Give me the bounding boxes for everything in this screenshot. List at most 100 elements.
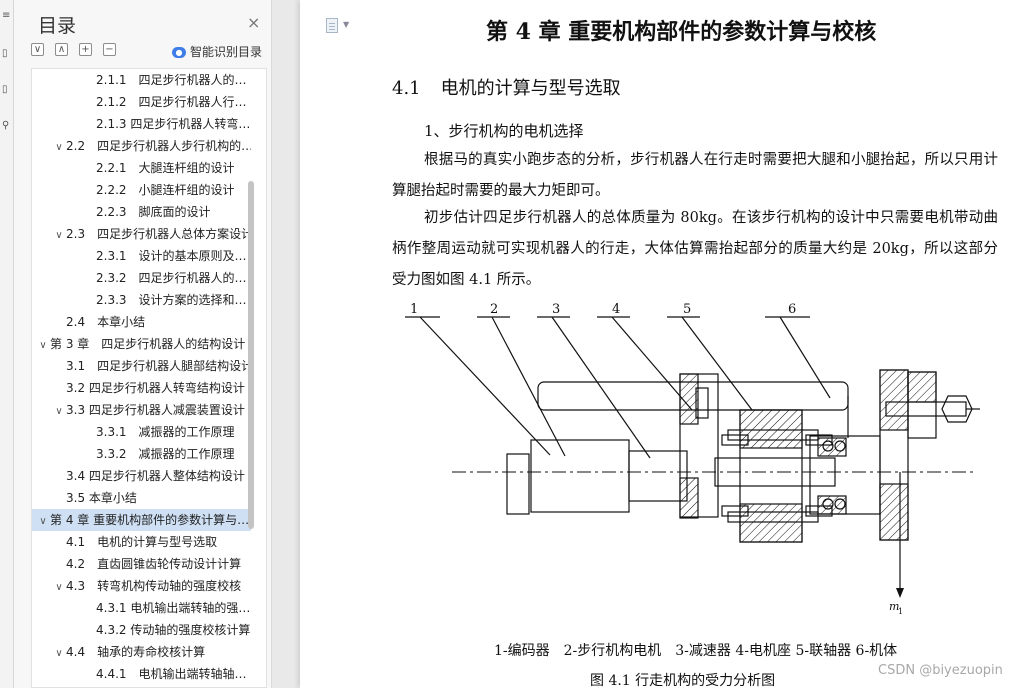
toc-item-label: 2.1.3 四足步行机器人转弯方式分析	[96, 117, 251, 131]
toc-item-label: 4.3.1 电机输出端转轴的强度校核	[96, 601, 251, 615]
chapter-title: 第 4 章 重要机构部件的参数计算与校核	[486, 19, 877, 45]
toc-item-label: 2.4 本章小结	[66, 315, 146, 329]
toc-item-label: 3.5 本章小结	[66, 491, 137, 505]
toc-item-label: 3.3 四足步行机器人减震装置设计	[66, 403, 245, 417]
toc-item[interactable]: 4.1 电机的计算与型号选取	[32, 531, 251, 553]
leader-line	[491, 316, 566, 457]
toc-item-label: 4.2 直齿圆锥齿轮传动设计计算	[66, 557, 242, 571]
toc-item[interactable]: ∨ 第 3 章 四足步行机器人的结构设计	[32, 333, 251, 355]
toc-item[interactable]: ∨ 2.3 四足步行机器人总体方案设计	[32, 223, 251, 245]
toc-item[interactable]: 3.2 四足步行机器人转弯结构设计	[32, 377, 251, 399]
leader-line	[419, 316, 551, 456]
toc-panel: 目录 × ∨ ∧ + − ●智能识别目录 2.1.1 四足步行机器人的结构设计2…	[14, 0, 272, 688]
toc-item[interactable]: ∨ 4.3 转弯机构传动轴的强度校核	[32, 575, 251, 597]
page-icon[interactable]: ▯	[2, 48, 12, 60]
toc-item[interactable]: 3.5 本章小结	[32, 487, 251, 509]
toc-item-label: 2.2.1 大腿连杆组的设计	[96, 161, 235, 175]
toc-scrollbar[interactable]	[248, 181, 254, 529]
section-number: 4.1	[392, 78, 421, 99]
chevron-down-icon[interactable]: ∨	[52, 577, 66, 597]
reducer	[628, 450, 688, 502]
toc-item[interactable]: 3.3.2 减振器的工作原理	[32, 443, 251, 465]
chevron-down-icon[interactable]: ∨	[52, 401, 66, 421]
figure-legend: 1-编码器 2-步行机构电机 3-减速器 4-电机座 5-联轴器 6-机体	[494, 643, 898, 659]
chevron-down-icon[interactable]: ∨	[52, 643, 66, 663]
toc-item-label: 4.3 转弯机构传动轴的强度校核	[66, 579, 242, 593]
toc-item[interactable]: 2.3.2 四足步行机器人的总体方案	[32, 267, 251, 289]
toc-item[interactable]: 3.1 四足步行机器人腿部结构设计	[32, 355, 251, 377]
remove-heading-button[interactable]: −	[103, 43, 116, 56]
toc-item[interactable]: 4.2 直齿圆锥齿轮传动设计计算	[32, 553, 251, 575]
chevron-down-icon[interactable]: ∨	[36, 511, 50, 531]
label-3: 3	[552, 302, 560, 317]
toc-item-label: 4.1 电机的计算与型号选取	[66, 535, 218, 549]
toc-item[interactable]: 2.1.3 四足步行机器人转弯方式分析	[32, 113, 251, 135]
chevron-down-icon[interactable]: ∨	[52, 137, 66, 157]
toc-item-label: 4.4 轴承的寿命校核计算	[66, 645, 206, 659]
toc-item-label: 3.1 四足步行机器人腿部结构设计	[66, 359, 251, 373]
close-icon[interactable]: ×	[247, 13, 260, 32]
toc-item[interactable]: 2.2.1 大腿连杆组的设计	[32, 157, 251, 179]
figure-caption: 图 4.1 行走机构的受力分析图	[590, 673, 776, 688]
label-1: 1	[410, 302, 418, 317]
chevron-down-icon[interactable]: ▼	[343, 20, 349, 29]
toc-item-label: 2.2.2 小腿连杆组的设计	[96, 183, 235, 197]
side-rail: ≡ ▯ ▯ ⚲	[0, 0, 14, 688]
toc-item[interactable]: 2.4 本章小结	[32, 311, 251, 333]
watermark: CSDN @biyezuopin	[878, 663, 1003, 678]
force-label-sub: 1	[898, 607, 903, 616]
chevron-down-icon[interactable]: ∨	[52, 225, 66, 245]
add-heading-button[interactable]: +	[79, 43, 92, 56]
expand-up-button[interactable]: ∧	[55, 43, 68, 56]
toc-item[interactable]: 4.3.2 传动轴的强度校核计算	[32, 619, 251, 641]
toc-item-label: 3.3.1 减振器的工作原理	[96, 425, 235, 439]
toc-item-label: 2.3.2 四足步行机器人的总体方案	[96, 271, 251, 285]
toc-item[interactable]: 2.1.2 四足步行机器人行走方式分析	[32, 91, 251, 113]
toc-item[interactable]: 3.4 四足步行机器人整体结构设计	[32, 465, 251, 487]
smart-detect-label: 智能识别目录	[190, 45, 263, 59]
toc-item[interactable]: 2.1.1 四足步行机器人的结构设计	[32, 69, 251, 91]
section-title-text: 电机的计算与型号选取	[440, 78, 621, 99]
bookmark-icon[interactable]: ▯	[2, 84, 12, 96]
toc-item[interactable]: ∨ 第 4 章 重要机构部件的参数计算与校核	[32, 509, 251, 531]
figure-mechanism-diagram: 1 2 3 4 5 6 m 1	[405, 302, 980, 616]
toc-item-label: 2.3.1 设计的基本原则及要求	[96, 249, 251, 263]
toc-item[interactable]: ∨ 4.4 轴承的寿命校核计算	[32, 641, 251, 663]
toc-item-label: 2.2 四足步行机器人步行机构的设计	[66, 139, 251, 153]
toc-item[interactable]: 2.2.3 脚底面的设计	[32, 201, 251, 223]
toc-item[interactable]: 3.3.1 减振器的工作原理	[32, 421, 251, 443]
document-viewer: ≡ ▯ ▯ ⚲ 目录 × ∨ ∧ + − ● 智能识别目录 2.1.1 四足步行机…	[0, 0, 1028, 688]
toc-item-label: 2.1.2 四足步行机器人行走方式分析	[96, 95, 251, 109]
toc-item[interactable]: 4.3.1 电机输出端转轴的强度校核	[32, 597, 251, 619]
document-icon[interactable]	[326, 18, 338, 33]
toc-item[interactable]: 2.3.3 设计方案的选择和确定	[32, 289, 251, 311]
toc-list: 2.1.1 四足步行机器人的结构设计 2.1.2 四足步行机器人行走方式分析 2.1…	[31, 68, 267, 688]
toc-item-label: 4.3.2 传动轴的强度校核计算	[96, 623, 251, 637]
menu-icon[interactable]: ≡	[2, 10, 12, 22]
toc-item-label: 第 3 章 四足步行机器人的结构设计	[50, 337, 246, 351]
toc-item[interactable]: 4.4.1 电机输出端转轴轴承寿命	[32, 663, 251, 685]
toc-item[interactable]: 2.2.2 小腿连杆组的设计	[32, 179, 251, 201]
toc-item[interactable]: ∨ 3.3 四足步行机器人减震装置设计	[32, 399, 251, 421]
subsection-title: 1、步行机构的电机选择	[424, 122, 584, 140]
label-5: 5	[683, 302, 691, 317]
encoder	[506, 453, 530, 515]
document-page: ▼ 第 4 章 重要机构部件的参数计算与校核 4.1 电机的计算与型号选取 1、步…	[300, 0, 1028, 688]
toc-item[interactable]: ∨ 2.2 四足步行机器人步行机构的设计	[32, 135, 251, 157]
leader-line	[779, 316, 831, 399]
label-2: 2	[490, 302, 498, 317]
toc-item-label: 3.2 四足步行机器人转弯结构设计	[66, 381, 245, 395]
smart-detect-toc-button[interactable]: ● 智能识别目录	[172, 43, 262, 60]
search-icon[interactable]: ⚲	[2, 120, 12, 132]
toc-item-label: 3.3.2 减振器的工作原理	[96, 447, 235, 461]
chevron-down-icon[interactable]: ∨	[36, 335, 50, 355]
smart-detect-icon: ●	[172, 47, 186, 58]
toc-item-label: 2.3.3 设计方案的选择和确定	[96, 293, 251, 307]
toc-item[interactable]: 2.3.1 设计的基本原则及要求	[32, 245, 251, 267]
label-6: 6	[788, 302, 796, 317]
label-4: 4	[612, 302, 620, 317]
collapse-all-button[interactable]: ∨	[31, 43, 44, 56]
toc-item-label: 2.1.1 四足步行机器人的结构设计	[96, 73, 251, 87]
section-title: 4.1 电机的计算与型号选取	[392, 74, 641, 100]
toc-item-label: 2.2.3 脚底面的设计	[96, 205, 211, 219]
